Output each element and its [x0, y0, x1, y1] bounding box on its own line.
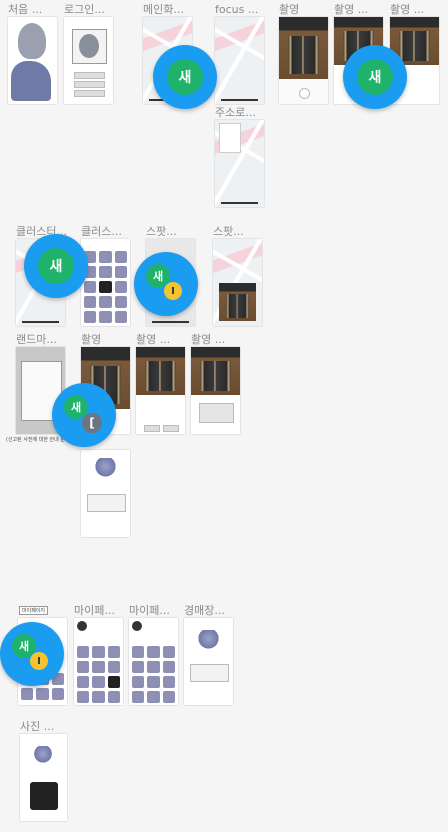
frame-label-shoot3: 촬영 ...	[390, 3, 425, 16]
frame-mypage2[interactable]	[129, 618, 178, 705]
frame-address[interactable]	[215, 120, 264, 207]
new-coin-badge[interactable]: 새 I	[134, 252, 198, 316]
frame-auction-detail[interactable]	[81, 450, 130, 537]
bottom-bar	[151, 321, 190, 323]
frame-label-focus: focus ...	[215, 3, 259, 16]
bottom-bar	[220, 202, 259, 204]
camera-preview	[279, 17, 328, 79]
frame-login[interactable]	[64, 17, 113, 104]
frame-shoot5[interactable]	[136, 347, 185, 434]
bird-thumbnail	[31, 746, 55, 772]
frame-photo[interactable]	[20, 734, 67, 821]
coin-icon: I	[164, 282, 182, 300]
frame-label-login: 로그인...	[64, 3, 105, 16]
avatar	[77, 621, 87, 631]
shoebill-head-image	[18, 23, 46, 59]
shoebill-body-image	[11, 61, 51, 101]
address-list	[219, 123, 241, 153]
mypage-grid	[132, 646, 175, 703]
avatar	[132, 621, 142, 631]
frame-label-shoot2: 촬영 ...	[334, 3, 369, 16]
frame-spot2[interactable]	[213, 239, 262, 326]
my-page-tag: 마이페이지	[19, 606, 49, 615]
map-pin-icon[interactable]	[30, 782, 58, 810]
shutter-button[interactable]	[299, 88, 310, 99]
frame-shoot1[interactable]	[279, 17, 328, 104]
login-button-1[interactable]	[74, 72, 105, 79]
price-chart	[87, 494, 126, 512]
frame-label-shoot5: 촬영 ...	[136, 333, 171, 346]
frame-label-spot1: 스팟...	[146, 225, 177, 238]
info-box	[199, 403, 234, 423]
spot-photo	[219, 283, 256, 321]
bird-illustration	[90, 458, 121, 486]
frame-label-cluster2: 클러스...	[81, 225, 122, 238]
login-button-2[interactable]	[74, 81, 105, 88]
bird-illustration	[193, 630, 224, 658]
new-marker-icon: 새	[167, 59, 203, 95]
frame-label-main: 메인화...	[143, 3, 184, 16]
cluster-photo-grid	[84, 251, 127, 323]
mypage-grid	[77, 646, 120, 703]
new-badge[interactable]: 새	[343, 45, 407, 109]
action-button-2[interactable]	[163, 425, 179, 432]
frame-label-shoot4: 촬영	[81, 333, 102, 346]
new-marker-icon: 새	[357, 59, 393, 95]
frame-label-spot2: 스팟...	[213, 225, 244, 238]
frame-label-mypage1: 마이페...	[74, 604, 115, 617]
new-coin-badge[interactable]: 새 I	[0, 622, 64, 686]
frame-label-shoot6: 촬영 ...	[191, 333, 226, 346]
frame-label-auction: 경매장...	[184, 604, 225, 617]
bottom-bar	[220, 99, 259, 101]
frame-shoot6[interactable]	[191, 347, 240, 434]
frame-label-photo: 사진 ...	[20, 720, 55, 733]
cursor-icon: [	[82, 413, 102, 433]
new-badge[interactable]: 새	[24, 234, 88, 298]
bottom-bar	[21, 321, 60, 323]
captured-photo	[191, 347, 240, 395]
frame-label-first: 처음 ...	[8, 3, 43, 16]
new-cursor-badge[interactable]: 새 [	[52, 383, 116, 447]
login-logo	[72, 29, 107, 64]
action-button-1[interactable]	[144, 425, 160, 432]
price-chart	[190, 664, 229, 682]
new-badge[interactable]: 새	[153, 45, 217, 109]
frame-auction[interactable]	[184, 618, 233, 705]
frame-label-landmark: 랜드마...	[16, 333, 57, 346]
login-button-3[interactable]	[74, 90, 105, 97]
frame-mypage1[interactable]	[74, 618, 123, 705]
new-marker-icon: 새	[38, 248, 74, 284]
captured-photo	[136, 347, 185, 395]
frame-cluster2[interactable]	[81, 239, 130, 326]
frame-focus[interactable]	[215, 17, 264, 104]
coin-icon: I	[30, 652, 48, 670]
frame-label-mypage2: 마이페...	[129, 604, 170, 617]
frame-first[interactable]	[8, 17, 57, 104]
frame-label-address: 주소로...	[215, 106, 256, 119]
frame-label-shoot1: 촬영	[279, 3, 300, 16]
